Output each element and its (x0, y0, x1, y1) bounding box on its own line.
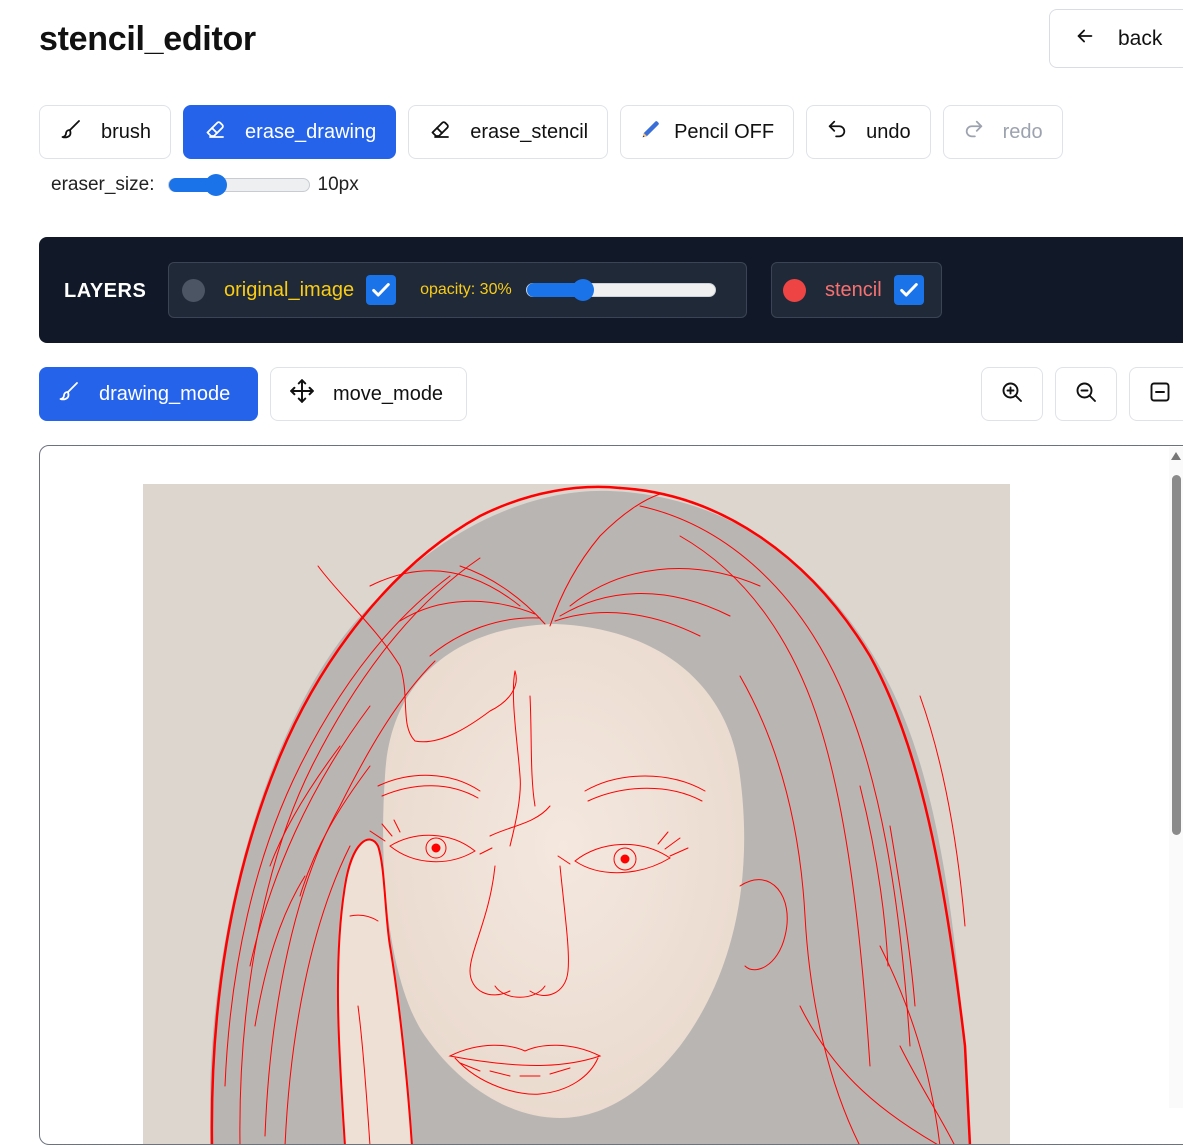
tool-toolbar: brush erase_drawing erase_stencil Pencil… (39, 105, 1063, 159)
drawing-mode-button[interactable]: drawing_mode (39, 367, 258, 421)
arrow-left-icon (1074, 25, 1096, 53)
zoom-out-button[interactable] (1055, 367, 1117, 421)
back-button[interactable]: back (1049, 9, 1183, 68)
undo-icon (826, 118, 848, 146)
layer-original-image-label: original_image (224, 278, 355, 301)
redo-label: redo (1002, 120, 1043, 143)
zoom-in-button[interactable] (981, 367, 1043, 421)
eraser-icon (203, 117, 227, 147)
undo-label: undo (866, 120, 911, 143)
opacity-slider[interactable] (525, 279, 716, 301)
scroll-up-icon[interactable] (1171, 452, 1181, 460)
brush-button[interactable]: brush (39, 105, 172, 159)
redo-button[interactable]: redo (942, 105, 1063, 159)
scrollbar-thumb[interactable] (1172, 475, 1181, 835)
eraser-size-row: eraser_size: 10px (51, 174, 359, 196)
slider-thumb[interactable] (572, 279, 595, 301)
opacity-label: opacity: 30% (420, 281, 512, 298)
undo-button[interactable]: undo (806, 105, 931, 159)
move-mode-button[interactable]: move_mode (270, 367, 467, 421)
stencil-canvas[interactable] (40, 446, 1183, 1145)
pencil-icon (640, 118, 662, 146)
redo-icon (963, 118, 985, 146)
eraser-size-slider[interactable] (167, 174, 310, 196)
fit-icon (1148, 380, 1172, 409)
erase-stencil-label: erase_stencil (470, 120, 589, 143)
layers-heading: LAYERS (64, 280, 147, 302)
drawing-mode-label: drawing_mode (99, 382, 231, 405)
layers-panel: LAYERS original_image opacity: 30% stenc… (39, 237, 1183, 343)
original-image-visibility-checkbox[interactable] (366, 275, 397, 305)
erase-drawing-button[interactable]: erase_drawing (183, 105, 397, 159)
pencil-toggle-button[interactable]: Pencil OFF (620, 105, 795, 159)
stencil-visibility-checkbox[interactable] (893, 275, 924, 305)
zoom-in-icon (1000, 380, 1024, 409)
slider-thumb[interactable] (205, 174, 228, 196)
move-icon (289, 378, 315, 410)
back-label: back (1118, 26, 1163, 50)
erase-drawing-label: erase_drawing (245, 120, 377, 143)
eraser-size-label: eraser_size: (51, 174, 155, 195)
layer-color-dot (783, 278, 806, 302)
page-title: stencil_editor (39, 20, 256, 58)
canvas-area[interactable] (39, 445, 1183, 1145)
eraser-icon (428, 117, 452, 147)
layer-color-dot (182, 278, 205, 302)
brush-icon (59, 117, 83, 147)
erase-stencil-button[interactable]: erase_stencil (408, 105, 609, 159)
layer-original-image: original_image opacity: 30% (168, 262, 747, 318)
pencil-label: Pencil OFF (674, 120, 775, 143)
layer-stencil-label: stencil (825, 278, 882, 301)
brush-label: brush (101, 120, 152, 143)
fit-view-button[interactable] (1129, 367, 1183, 421)
zoom-out-icon (1074, 380, 1098, 409)
eraser-size-value: 10px (317, 174, 359, 195)
brush-icon (57, 379, 81, 409)
layer-stencil: stencil (771, 262, 942, 318)
move-mode-label: move_mode (333, 382, 444, 405)
